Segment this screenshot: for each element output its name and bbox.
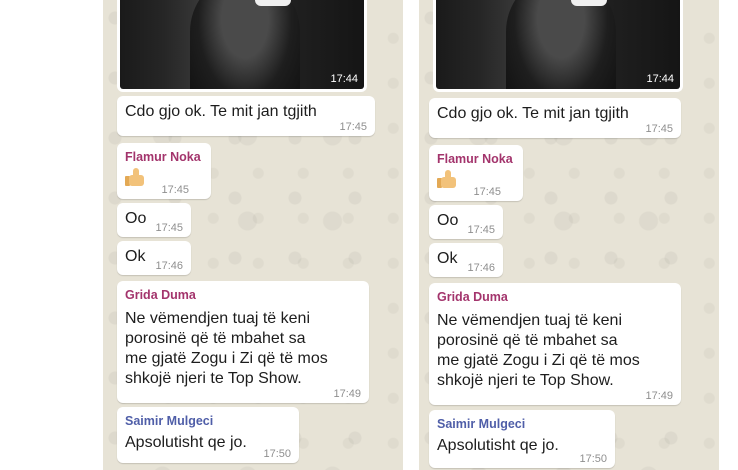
message-line: porosinë që të mbahet sa <box>125 330 306 347</box>
photo-content <box>190 0 300 89</box>
message-bubble[interactable]: Saimir Mulgeci Apsolutisht qe jo. 17:50 <box>429 410 615 468</box>
image-message[interactable]: 17:44 <box>117 0 367 92</box>
message-time: 17:46 <box>155 260 183 272</box>
message-time: 17:45 <box>473 186 501 198</box>
message-bubble[interactable]: Oo 17:45 <box>117 203 191 237</box>
message-time: 17:45 <box>645 123 673 135</box>
message-bubble[interactable]: Ok 17:46 <box>429 243 503 277</box>
sender-name: Saimir Mulgeci <box>125 414 214 428</box>
message-line: shkojë njeri te Top Show. <box>125 370 302 387</box>
message-time: 17:45 <box>161 184 189 196</box>
message-bubble[interactable]: Ok 17:46 <box>117 241 191 275</box>
photo-content <box>506 0 616 89</box>
message-bubble[interactable]: Flamur Noka 17:45 <box>429 145 523 201</box>
message-time: 17:49 <box>645 390 673 402</box>
thumbs-up-icon <box>125 167 147 187</box>
message-time: 17:44 <box>646 73 674 85</box>
message-bubble[interactable]: Grida Duma Ne vëmendjen tuaj të keni por… <box>117 281 369 403</box>
message-time: 17:45 <box>155 222 183 234</box>
sender-name: Flamur Noka <box>125 150 201 164</box>
sender-name: Grida Duma <box>437 290 508 304</box>
message-time: 17:49 <box>333 388 361 400</box>
message-bubble[interactable]: Cdo gjo ok. Te mit jan tgjith 17:45 <box>117 96 375 136</box>
message-time: 17:45 <box>467 224 495 236</box>
message-bubble[interactable]: Flamur Noka 17:45 <box>117 143 211 199</box>
sender-name: Grida Duma <box>125 288 196 302</box>
message-line: me gjatë Zogu i Zi që të mos <box>437 352 640 369</box>
thumbs-up-icon <box>437 169 459 189</box>
message-time: 17:46 <box>467 262 495 274</box>
message-bubble[interactable]: Saimir Mulgeci Apsolutisht qe jo. 17:50 <box>117 407 299 463</box>
chat-panel-right: 17:44 Cdo gjo ok. Te mit jan tgjith 17:4… <box>419 0 719 470</box>
message-bubble[interactable]: Grida Duma Ne vëmendjen tuaj të keni por… <box>429 283 681 405</box>
image-message[interactable]: 17:44 <box>433 0 683 92</box>
message-time: 17:50 <box>263 448 291 460</box>
message-bubble[interactable]: Oo 17:45 <box>429 205 503 239</box>
message-line: Ne vëmendjen tuaj të keni <box>437 312 622 329</box>
message-line: Ne vëmendjen tuaj të keni <box>125 310 310 327</box>
message-time: 17:50 <box>579 453 607 465</box>
sender-name: Saimir Mulgeci <box>437 417 526 431</box>
message-text: Cdo gjo ok. Te mit jan tgjith <box>437 105 629 122</box>
message-line: shkojë njeri te Top Show. <box>437 372 614 389</box>
message-line: me gjatë Zogu i Zi që të mos <box>125 350 328 367</box>
message-line: porosinë që të mbahet sa <box>437 332 618 349</box>
chat-panel-left: 17:44 Cdo gjo ok. Te mit jan tgjith 17:4… <box>103 0 403 470</box>
message-time: 17:45 <box>339 121 367 133</box>
message-text: Cdo gjo ok. Te mit jan tgjith <box>125 103 317 120</box>
message-time: 17:44 <box>330 73 358 85</box>
sender-name: Flamur Noka <box>437 152 513 166</box>
message-bubble[interactable]: Cdo gjo ok. Te mit jan tgjith 17:45 <box>429 98 681 138</box>
